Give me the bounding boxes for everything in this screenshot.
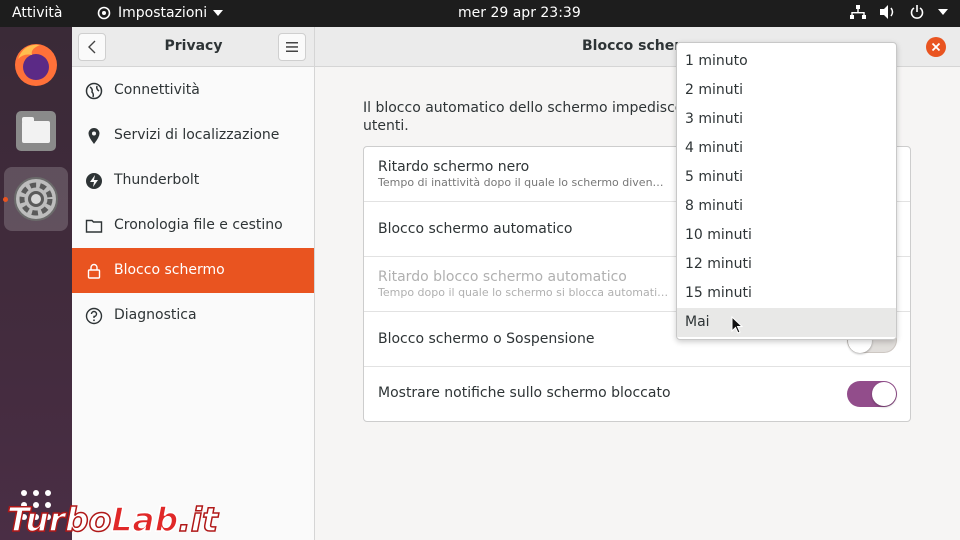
folder-icon (85, 219, 103, 233)
firefox-icon (15, 44, 57, 86)
sidebar: Connettività Servizi di localizzazione T… (72, 67, 315, 540)
settings-icon (14, 177, 58, 221)
sidebar-item-blocco-schermo[interactable]: Blocco schermo (72, 248, 314, 293)
sidebar-item-label: Connettività (114, 82, 200, 98)
dropdown-option[interactable]: 4 minuti (677, 134, 896, 163)
dock (0, 27, 72, 540)
settings-launcher[interactable] (4, 167, 68, 231)
dropdown-option-hovered[interactable]: Mai (677, 308, 896, 337)
dropdown-option[interactable]: 15 minuti (677, 279, 896, 308)
sidebar-menu-button[interactable] (278, 33, 306, 61)
page-description: Il blocco automatico dello schermo imped… (363, 99, 693, 135)
clock[interactable]: mer 29 apr 23:39 (458, 5, 581, 21)
globe-icon (85, 82, 103, 100)
sidebar-item-label: Servizi di localizzazione (114, 127, 280, 143)
sidebar-item-connettivita[interactable]: Connettività (72, 68, 314, 113)
turbolab-watermark-logo: TurboLab.it (6, 499, 220, 539)
firefox-launcher[interactable] (4, 33, 68, 97)
dropdown-option[interactable]: 3 minuti (677, 105, 896, 134)
sidebar-item-label: Blocco schermo (114, 262, 225, 278)
row-subtitle: Tempo di inattività dopo il quale lo sch… (378, 176, 664, 189)
location-pin-icon (88, 128, 100, 144)
toggle-knob (872, 382, 896, 406)
row-subtitle: Tempo dopo il quale lo schermo si blocca… (378, 286, 669, 299)
close-button[interactable] (926, 37, 946, 57)
row-title: Blocco schermo automatico (378, 221, 573, 237)
dropdown-option[interactable]: 10 minuti (677, 221, 896, 250)
sidebar-item-diagnostica[interactable]: Diagnostica (72, 293, 314, 338)
row-title: Blocco schermo o Sospensione (378, 331, 595, 347)
sidebar-item-thunderbolt[interactable]: Thunderbolt (72, 158, 314, 203)
hamburger-icon (286, 42, 298, 52)
running-indicator (3, 197, 8, 202)
description-line-2: utenti. (363, 118, 409, 134)
row-title: Ritardo schermo nero (378, 159, 530, 175)
gear-icon (97, 6, 111, 20)
dropdown-option[interactable]: 1 minuto (677, 47, 896, 76)
notifications-toggle[interactable] (847, 381, 897, 407)
dropdown-option[interactable]: 2 minuti (677, 76, 896, 105)
app-menu[interactable]: Impostazioni (96, 5, 224, 21)
dropdown-option[interactable]: 8 minuti (677, 192, 896, 221)
help-icon (85, 307, 103, 325)
sidebar-item-label: Cronologia file e cestino (114, 217, 283, 233)
chevron-down-icon (938, 9, 948, 15)
close-icon (931, 42, 941, 52)
dropdown-option[interactable]: 12 minuti (677, 250, 896, 279)
top-bar: Attività Impostazioni mer 29 apr 23:39 (0, 0, 960, 27)
network-icon (850, 5, 866, 19)
sidebar-item-localizzazione[interactable]: Servizi di localizzazione (72, 113, 314, 158)
description-line-1: Il blocco automatico dello schermo imped… (363, 100, 692, 116)
sidebar-item-cronologia[interactable]: Cronologia file e cestino (72, 203, 314, 248)
chevron-down-icon (213, 10, 224, 16)
svg-text:TurboLab.it: TurboLab.it (7, 500, 219, 539)
thunderbolt-icon (86, 173, 102, 189)
activities-button[interactable]: Attività (12, 5, 62, 21)
dropdown-option[interactable]: 5 minuti (677, 163, 896, 192)
sidebar-item-label: Diagnostica (114, 307, 197, 323)
sidebar-item-label: Thunderbolt (114, 172, 200, 188)
row-title: Mostrare notifiche sullo schermo bloccat… (378, 385, 671, 401)
row-title: Ritardo blocco schermo automatico (378, 269, 627, 285)
sidebar-header: Privacy (72, 27, 315, 67)
delay-dropdown-popover: 1 minuto 2 minuti 3 minuti 4 minuti 5 mi… (676, 42, 897, 340)
mouse-cursor-icon (731, 316, 743, 334)
volume-icon (880, 5, 894, 19)
row-notifiche[interactable]: Mostrare notifiche sullo schermo bloccat… (364, 367, 910, 421)
files-icon (16, 111, 56, 151)
files-launcher[interactable] (4, 99, 68, 163)
lock-icon (87, 263, 101, 279)
system-tray[interactable] (850, 5, 948, 19)
app-menu-label: Impostazioni (118, 5, 208, 21)
power-icon (910, 5, 924, 19)
